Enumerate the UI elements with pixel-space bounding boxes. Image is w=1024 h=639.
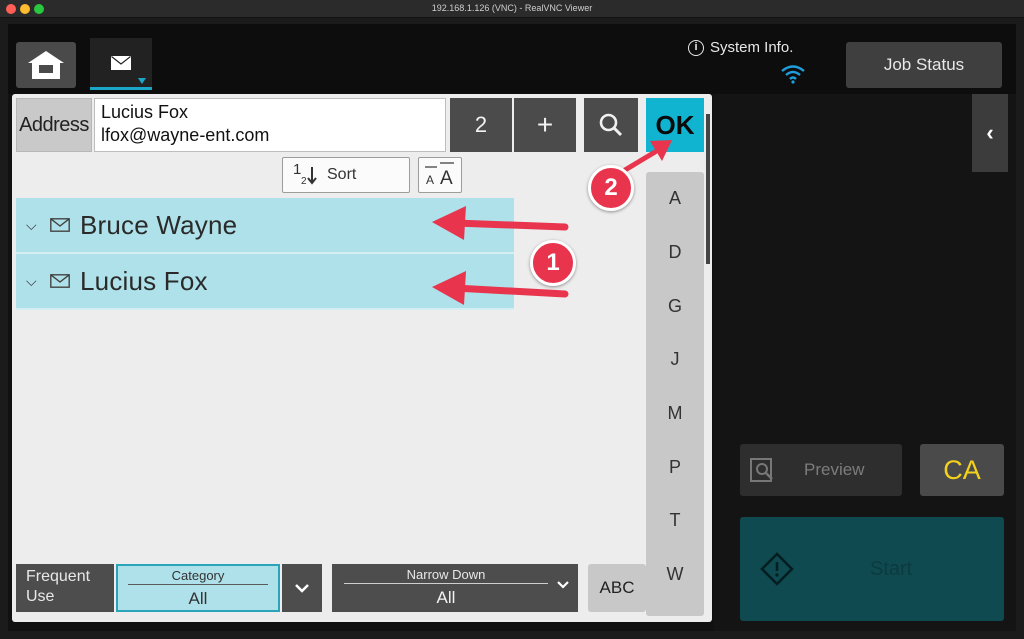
index-letter[interactable]: D <box>646 226 704 280</box>
narrow-down-label: Narrow Down <box>344 567 548 584</box>
preview-label: Preview <box>804 460 865 479</box>
sort-label: Sort <box>327 166 357 183</box>
start-icon <box>760 552 794 586</box>
index-letter[interactable]: M <box>646 387 704 441</box>
address-email: lfox@wayne-ent.com <box>101 125 270 145</box>
ok-button[interactable]: OK <box>646 98 704 152</box>
window-title: 192.168.1.126 (VNC) - RealVNC Viewer <box>431 3 593 13</box>
contact-name: Bruce Wayne <box>80 209 238 240</box>
index-letter[interactable]: W <box>646 548 704 602</box>
frequent-use-button[interactable]: Frequent Use <box>16 564 114 612</box>
chevron-down-icon <box>557 581 569 589</box>
info-icon: i <box>688 39 704 56</box>
bottom-bar: Frequent Use Category All Narrow Down Al… <box>12 564 646 622</box>
preview-icon <box>750 458 773 482</box>
preview-button[interactable]: Preview <box>740 444 902 496</box>
chevron-left-icon: ‹ <box>986 120 994 145</box>
home-button[interactable] <box>16 42 76 88</box>
address-name: Lucius Fox <box>101 102 189 122</box>
sort-order-icon: 1 2 <box>293 161 319 189</box>
chevron-down-icon <box>295 584 309 593</box>
tab-dropdown-indicator-icon <box>138 78 146 84</box>
annotation-badge-2: 2 <box>588 165 634 211</box>
sort-button[interactable]: 1 2 Sort <box>282 157 410 193</box>
vnc-screen: i System Info. Job Status ‹ Preview CA S… <box>8 24 1016 631</box>
alphabet-index: A D G J M P T W <box>646 172 704 616</box>
system-info-button[interactable]: i System Info. <box>688 39 793 56</box>
start-label: Start <box>870 557 913 580</box>
category-selector[interactable]: Category All <box>116 564 280 612</box>
add-address-button[interactable]: + <box>514 98 576 152</box>
chevron-down-icon[interactable]: ⌵ <box>26 217 40 234</box>
contact-row[interactable]: ⌵ Bruce Wayne <box>16 198 514 254</box>
mail-icon <box>50 218 70 232</box>
chevron-down-icon[interactable]: ⌵ <box>26 273 40 290</box>
address-field[interactable]: Lucius Fox lfox@wayne-ent.com <box>94 98 446 152</box>
mail-icon <box>111 55 131 70</box>
index-letter[interactable]: J <box>646 333 704 387</box>
home-icon <box>28 51 64 79</box>
category-value: All <box>188 589 208 608</box>
job-status-button[interactable]: Job Status <box>846 42 1002 88</box>
contact-row[interactable]: ⌵ Lucius Fox <box>16 254 514 310</box>
tab-email[interactable] <box>90 38 152 90</box>
index-letter[interactable]: T <box>646 494 704 548</box>
scrollbar[interactable] <box>706 114 710 264</box>
index-letter[interactable]: P <box>646 440 704 494</box>
category-dropdown-button[interactable] <box>282 564 322 612</box>
collapse-panel-button[interactable]: ‹ <box>972 94 1008 172</box>
system-info-label: System Info. <box>710 39 794 56</box>
window-titlebar: 192.168.1.126 (VNC) - RealVNC Viewer <box>0 0 1024 18</box>
wifi-icon <box>781 65 805 84</box>
mail-icon <box>50 274 70 288</box>
address-count-button[interactable]: 2 <box>450 98 512 152</box>
address-label: Address <box>16 98 92 152</box>
narrow-down-selector[interactable]: Narrow Down All <box>332 564 578 612</box>
index-letter[interactable]: G <box>646 279 704 333</box>
svg-text:A: A <box>426 173 434 187</box>
search-icon <box>599 113 623 137</box>
narrow-down-value: All <box>436 588 456 607</box>
contact-list: ⌵ Bruce Wayne ⌵ Lucius Fox <box>16 198 514 310</box>
font-size-button[interactable]: A A <box>418 157 462 193</box>
top-bar: i System Info. Job Status <box>8 24 1016 94</box>
contact-name: Lucius Fox <box>80 265 208 296</box>
svg-text:A: A <box>440 168 453 187</box>
annotation-badge-1: 1 <box>530 240 576 286</box>
clear-all-button[interactable]: CA <box>920 444 1004 496</box>
category-label: Category <box>128 568 268 585</box>
search-button[interactable] <box>584 98 638 152</box>
index-letter[interactable]: A <box>646 172 704 226</box>
font-size-icon: A A <box>425 162 454 187</box>
start-button[interactable]: Start <box>740 517 1004 621</box>
abc-index-button[interactable]: ABC <box>588 564 646 612</box>
